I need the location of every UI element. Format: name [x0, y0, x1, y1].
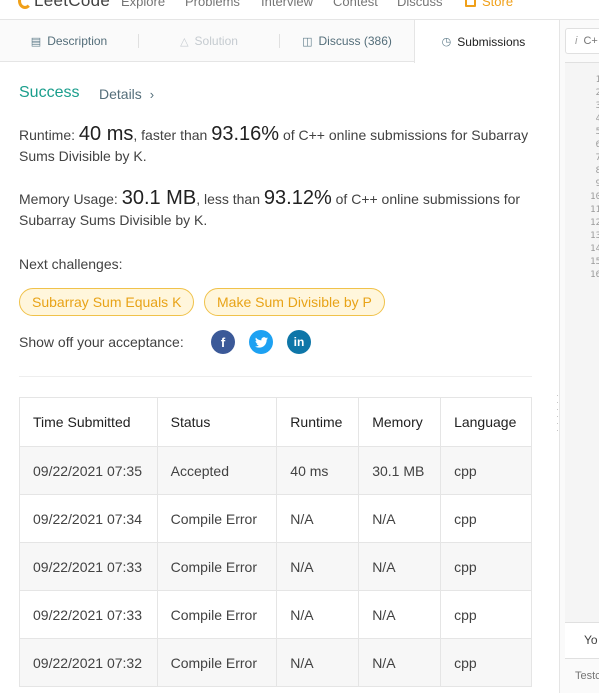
runtime-percentile: 93.16% — [211, 123, 280, 145]
table-row: 09/22/2021 07:34 Compile Error N/A N/A c… — [19, 494, 532, 543]
linkedin-icon[interactable]: in — [287, 330, 311, 354]
memory-percentile: 93.12% — [263, 187, 332, 209]
editor-panel: i C+ 1 2 3 4 5 6 7 8 9 10 11 12 13 14 15 … — [559, 20, 599, 693]
cell-runtime: N/A — [276, 494, 360, 543]
line-number: 2 — [595, 88, 599, 98]
share-label: Show off your acceptance: — [19, 334, 184, 350]
challenge-chip-make-sum-divisible-by-p[interactable]: Make Sum Divisible by P — [204, 288, 385, 316]
line-number: 7 — [595, 153, 599, 163]
section-divider — [19, 376, 532, 377]
tab-discuss[interactable]: ◫ Discuss (386) — [280, 20, 414, 62]
column-header-runtime[interactable]: Runtime — [276, 397, 360, 447]
line-number: 11 — [590, 205, 599, 215]
cell-language: cpp — [440, 542, 532, 591]
column-header-language[interactable]: Language — [440, 397, 532, 447]
console-tab[interactable]: Yo — [565, 622, 599, 658]
cell-runtime: N/A — [276, 542, 360, 591]
line-number: 1 — [595, 75, 599, 85]
chevron-right-icon: › — [149, 87, 155, 102]
line-number: 4 — [595, 114, 599, 124]
nav-interview[interactable]: Interview — [261, 0, 313, 9]
line-number: 10 — [590, 192, 599, 202]
clock-icon: ◷ — [441, 36, 452, 48]
nav-explore[interactable]: Explore — [121, 0, 165, 9]
cell-runtime: 40 ms — [276, 446, 360, 495]
cell-memory: N/A — [358, 542, 442, 591]
table-row: 09/22/2021 07:33 Compile Error N/A N/A c… — [19, 590, 532, 639]
cell-language: cpp — [440, 638, 532, 687]
challenge-chip-subarray-sum-equals-k[interactable]: Subarray Sum Equals K — [19, 288, 195, 316]
line-number: 16 — [590, 270, 599, 280]
line-number: 15 — [590, 257, 599, 267]
problem-tabs: ▤ Description △ Solution ◫ Discuss (386)… — [0, 20, 552, 63]
nav-discuss[interactable]: Discuss — [397, 0, 443, 9]
column-header-time[interactable]: Time Submitted — [19, 397, 158, 447]
memory-value: 30.1 MB — [121, 187, 197, 209]
line-number: 8 — [595, 166, 599, 176]
memory-stat: Memory Usage: 30.1 MB, less than 93.12% … — [19, 187, 521, 229]
next-challenges-label: Next challenges: — [19, 256, 123, 272]
cell-time: 09/22/2021 07:32 — [19, 638, 158, 687]
cell-memory: N/A — [358, 638, 442, 687]
code-editor[interactable]: 1 2 3 4 5 6 7 8 9 10 11 12 13 14 15 16 — [565, 62, 599, 642]
leetcode-logo[interactable]: LeetCode — [18, 0, 110, 11]
table-row: 09/22/2021 07:35 Accepted 40 ms 30.1 MB … — [19, 446, 532, 495]
facebook-icon[interactable]: f — [211, 330, 235, 354]
runtime-stat: Runtime: 40 ms, faster than 93.16% of C+… — [19, 123, 529, 165]
cell-language: cpp — [440, 494, 532, 543]
document-icon: ▤ — [30, 35, 42, 48]
testcase-tab[interactable]: Testc — [565, 658, 599, 693]
cell-status-link[interactable]: Compile Error — [156, 590, 278, 639]
twitter-icon[interactable] — [249, 330, 273, 354]
cell-memory: 30.1 MB — [358, 446, 442, 495]
leetcode-logo-icon — [18, 0, 32, 9]
line-number: 13 — [590, 231, 599, 241]
info-icon: i — [575, 35, 578, 47]
cell-status-link[interactable]: Accepted — [156, 446, 278, 495]
submissions-table: Time Submitted Status Runtime Memory Lan… — [19, 397, 532, 687]
comment-icon: ◫ — [302, 35, 313, 48]
cell-time: 09/22/2021 07:33 — [19, 590, 158, 639]
table-header-row: Time Submitted Status Runtime Memory Lan… — [19, 397, 532, 447]
line-number: 14 — [590, 244, 599, 254]
cell-runtime: N/A — [276, 638, 360, 687]
top-nav: LeetCode Explore Problems Interview Cont… — [0, 0, 599, 20]
store-bag-icon — [465, 0, 476, 7]
language-select[interactable]: i C+ — [565, 28, 599, 54]
cell-status-link[interactable]: Compile Error — [156, 542, 278, 591]
table-row: 09/22/2021 07:32 Compile Error N/A N/A c… — [19, 638, 532, 687]
column-header-status[interactable]: Status — [156, 397, 278, 447]
flask-icon: △ — [180, 35, 189, 48]
twitter-bird-icon — [254, 336, 268, 348]
nav-problems[interactable]: Problems — [185, 0, 240, 9]
cell-time: 09/22/2021 07:34 — [19, 494, 158, 543]
result-status: Success — [19, 84, 80, 101]
cell-memory: N/A — [358, 590, 442, 639]
problem-panel: ▤ Description △ Solution ◫ Discuss (386)… — [0, 20, 552, 693]
cell-status-link[interactable]: Compile Error — [156, 638, 278, 687]
tab-submissions[interactable]: ◷ Submissions — [414, 20, 552, 63]
cell-language: cpp — [440, 590, 532, 639]
cell-language: cpp — [440, 446, 532, 495]
nav-store[interactable]: Store — [465, 0, 513, 9]
runtime-value: 40 ms — [78, 123, 134, 145]
cell-time: 09/22/2021 07:35 — [19, 446, 158, 495]
details-link[interactable]: Details › — [99, 86, 154, 102]
line-number: 6 — [595, 140, 599, 150]
tab-solution[interactable]: △ Solution — [139, 20, 279, 62]
line-number: 5 — [595, 127, 599, 137]
cell-time: 09/22/2021 07:33 — [19, 542, 158, 591]
line-number: 12 — [590, 218, 599, 228]
nav-contest[interactable]: Contest — [333, 0, 378, 9]
cell-runtime: N/A — [276, 590, 360, 639]
column-header-memory[interactable]: Memory — [358, 397, 442, 447]
line-number: 9 — [595, 179, 599, 189]
table-row: 09/22/2021 07:33 Compile Error N/A N/A c… — [19, 542, 532, 591]
cell-memory: N/A — [358, 494, 442, 543]
cell-status-link[interactable]: Compile Error — [156, 494, 278, 543]
line-number: 3 — [595, 101, 599, 111]
tab-description[interactable]: ▤ Description — [0, 20, 138, 62]
